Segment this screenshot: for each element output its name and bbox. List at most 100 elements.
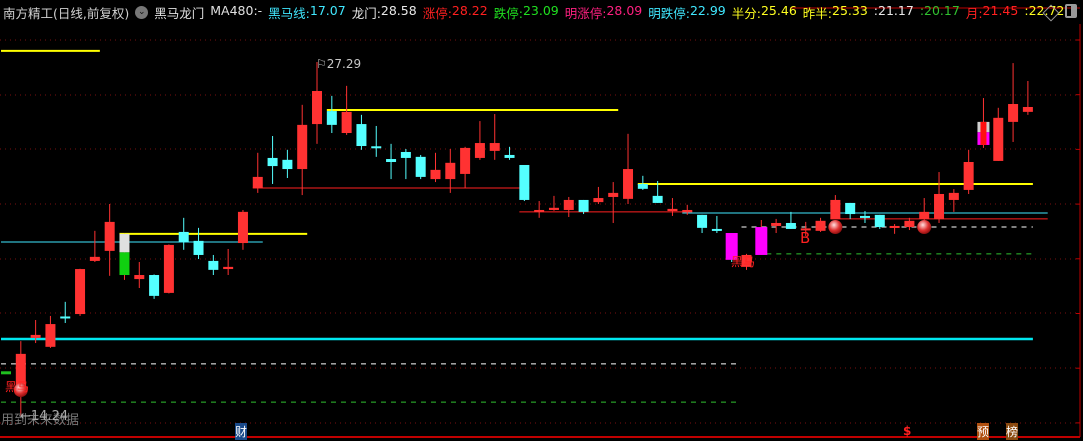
indicator-label: 半分: [731, 5, 761, 21]
candle-body [326, 111, 337, 125]
stock-title[interactable]: 南方精工(日线,前复权) [3, 3, 129, 22]
indicator-item: : 21.17 [874, 3, 914, 22]
signal-ball-icon [917, 220, 932, 235]
indicator-label: 黑马线: [268, 5, 310, 21]
candle [134, 262, 145, 289]
candle [830, 195, 841, 219]
indicator-value: 28.22 [451, 2, 488, 18]
marker-forecast[interactable]: 预 [977, 423, 990, 440]
signal-ball-icon [828, 220, 843, 235]
marker-finance[interactable]: 财 [235, 423, 248, 440]
candle-body [252, 176, 263, 189]
marker-ranking[interactable]: 榜 [1006, 423, 1019, 440]
indicator-item: 涨停: 28.22 [423, 3, 488, 22]
candle [356, 114, 367, 150]
candle [977, 98, 990, 148]
candle-body [874, 214, 885, 228]
candle-body [830, 199, 841, 219]
candle [889, 224, 900, 234]
indicator-label: 跌停: [493, 5, 523, 21]
candle [60, 301, 71, 323]
indicator-label: 昨半: [802, 5, 832, 21]
flag-icon: ⚐ [316, 57, 327, 71]
candle-body [934, 193, 945, 219]
candle-body [267, 157, 278, 167]
indicator-value: 28.58 [380, 2, 417, 18]
indicator-item: 月: 21.45 [966, 3, 1019, 22]
candle-body [563, 199, 574, 210]
candle [1022, 80, 1033, 115]
candle [504, 146, 515, 160]
indicator-item: MA480: - [210, 3, 262, 22]
candle-body [652, 195, 663, 203]
candle-body [593, 198, 604, 203]
candle-body [771, 222, 782, 226]
candles [1, 62, 1033, 416]
indicator-label: 明涨停: [564, 5, 607, 21]
candle-body [163, 244, 174, 293]
candle [45, 315, 56, 348]
candle-body [682, 209, 693, 212]
candle-body [608, 192, 619, 197]
heima-label-2: 黑马 [731, 255, 756, 269]
marker-dollar[interactable]: $ [903, 424, 911, 438]
candle [460, 146, 471, 189]
indicator-value: 21.17 [878, 2, 914, 18]
indicator-item: 明涨停: 28.09 [565, 3, 643, 22]
candle [519, 164, 530, 202]
indicator-label: MA480: [210, 2, 258, 18]
candle [815, 217, 826, 232]
candle-body [89, 256, 100, 261]
candlestick-chart[interactable] [0, 0, 1083, 441]
low-price-label: ←14.24 [20, 409, 69, 424]
candle-body [45, 324, 56, 347]
candle-body [815, 220, 826, 231]
candle [771, 218, 782, 234]
candle-body [237, 211, 248, 244]
candle [1, 371, 11, 375]
indicator-value: 20.17 [924, 2, 960, 18]
diamond-icon[interactable] [1042, 4, 1060, 22]
indicator-value: 17.07 [309, 2, 346, 18]
dropdown-icon[interactable]: ⌄ [135, 5, 149, 19]
indicator-value: - [257, 2, 263, 18]
candle-body [904, 220, 915, 228]
indicator-value: 23.09 [522, 2, 559, 18]
indicator-value: 28.09 [606, 2, 643, 18]
candle-body [519, 164, 530, 200]
candle-body [312, 91, 323, 125]
candle [963, 149, 974, 194]
candle-body [667, 208, 678, 212]
indicator-label: 涨停: [422, 5, 452, 21]
indicator-name[interactable]: 黑马龙门 [154, 3, 204, 22]
candle-body [386, 159, 397, 163]
candle [297, 104, 308, 196]
candle-body [282, 159, 293, 170]
candle-body [297, 124, 308, 170]
candle-body [400, 151, 411, 158]
candle [386, 143, 397, 180]
candle-body [785, 222, 796, 229]
candle-body [134, 275, 145, 280]
candle-body [193, 240, 204, 255]
indicator-value: 21.45 [982, 2, 1019, 18]
indicator-item: 半分: 25.46 [732, 3, 797, 22]
candle [697, 214, 708, 234]
candle-body [178, 231, 189, 242]
candle [193, 227, 204, 260]
candle-body [430, 169, 441, 180]
candle-body [711, 228, 722, 231]
heima-label: 黑马 [5, 380, 30, 394]
candle-body [371, 146, 382, 149]
candle-body [474, 143, 485, 158]
candle [563, 196, 574, 218]
candle [237, 209, 248, 250]
indicator-header: 南方精工(日线,前复权) ⌄ 黑马龙门 MA480: - 黑马线: 17.07 龙门… [0, 0, 1083, 24]
candle-body [859, 215, 870, 218]
indicator-label: 明跌停: [648, 5, 690, 21]
candle-body [889, 225, 900, 228]
candle [667, 198, 678, 216]
candle-body [104, 221, 115, 251]
candle-body [980, 121, 987, 145]
panel-toggle-icon[interactable] [1065, 4, 1077, 18]
